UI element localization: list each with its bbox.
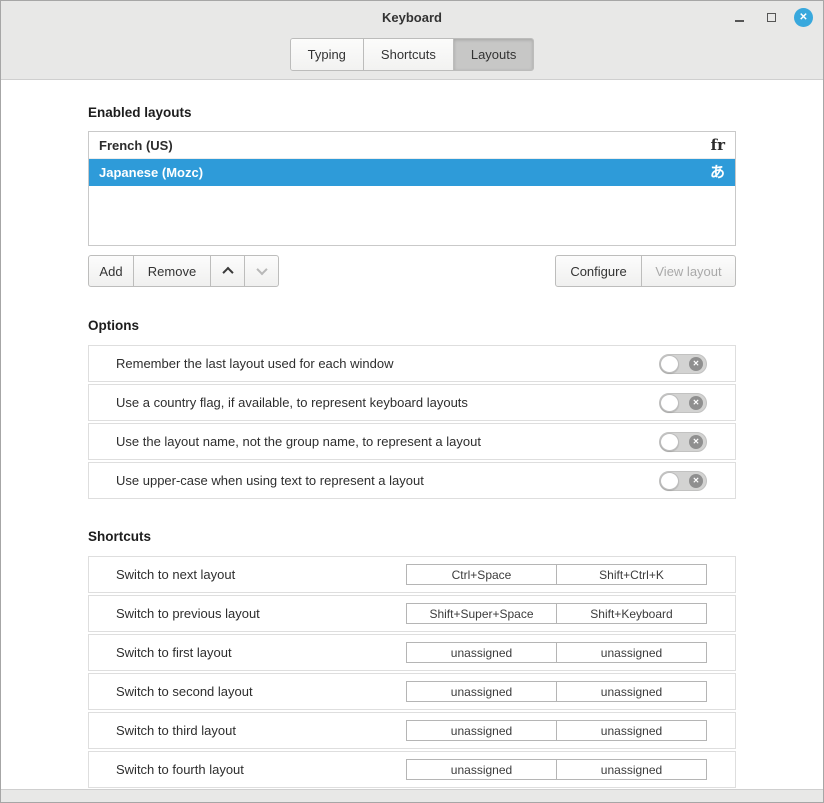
maximize-icon (767, 13, 776, 22)
keybinding-button-1[interactable]: Shift+Super+Space (406, 603, 557, 624)
layout-list-toolbar: Add Remove Configure View layout (88, 255, 736, 287)
shortcut-row-third-layout: Switch to third layout unassigned unassi… (88, 712, 736, 749)
tab-layouts[interactable]: Layouts (453, 39, 534, 70)
shortcut-label: Switch to first layout (116, 645, 232, 660)
minimize-icon (735, 20, 744, 22)
toggle-off-icon: ✕ (689, 435, 703, 449)
keybinding-pair: unassigned unassigned (406, 681, 707, 702)
toggle-knob (660, 355, 679, 373)
shortcuts-heading: Shortcuts (88, 529, 736, 544)
toggle-remember-last-layout[interactable]: ✕ (659, 354, 707, 374)
option-row-upper-case: Use upper-case when using text to repres… (88, 462, 736, 499)
tab-strip: Typing Shortcuts Layouts (1, 34, 823, 80)
tab-typing[interactable]: Typing (291, 39, 363, 70)
keybinding-button-1[interactable]: unassigned (406, 681, 557, 702)
shortcut-label: Switch to third layout (116, 723, 236, 738)
toggle-knob (660, 394, 679, 412)
enabled-layouts-heading: Enabled layouts (88, 105, 736, 120)
keybinding-button-2[interactable]: Shift+Keyboard (556, 603, 707, 624)
toggle-off-icon: ✕ (689, 474, 703, 488)
keybinding-button-2[interactable]: unassigned (556, 720, 707, 741)
layout-name: French (US) (99, 138, 173, 153)
option-label: Use a country flag, if available, to rep… (116, 395, 468, 410)
option-label: Use the layout name, not the group name,… (116, 434, 481, 449)
chevron-up-icon (222, 267, 233, 278)
layout-edit-buttons: Add Remove (88, 255, 279, 287)
chevron-down-icon (256, 264, 267, 275)
move-up-button[interactable] (210, 255, 245, 287)
keybinding-button-2[interactable]: unassigned (556, 681, 707, 702)
keybinding-pair: unassigned unassigned (406, 720, 707, 741)
tab-shortcuts[interactable]: Shortcuts (363, 39, 453, 70)
options-list: Remember the last layout used for each w… (88, 345, 736, 499)
options-heading: Options (88, 318, 736, 333)
keybinding-pair: Ctrl+Space Shift+Ctrl+K (406, 564, 707, 585)
shortcut-row-previous-layout: Switch to previous layout Shift+Super+Sp… (88, 595, 736, 632)
option-label: Use upper-case when using text to repres… (116, 473, 424, 488)
shortcut-row-next-layout: Switch to next layout Ctrl+Space Shift+C… (88, 556, 736, 593)
layout-row-japanese[interactable]: Japanese (Mozc) あ (89, 159, 735, 186)
keybinding-button-2[interactable]: Shift+Ctrl+K (556, 564, 707, 585)
keybinding-button-2[interactable]: unassigned (556, 642, 707, 663)
shortcut-label: Switch to second layout (116, 684, 253, 699)
shortcut-row-fourth-layout: Switch to fourth layout unassigned unass… (88, 751, 736, 788)
keybinding-pair: Shift+Super+Space Shift+Keyboard (406, 603, 707, 624)
shortcut-label: Switch to next layout (116, 567, 235, 582)
keybinding-button-1[interactable]: Ctrl+Space (406, 564, 557, 585)
toggle-knob (660, 433, 679, 451)
toggle-layout-name[interactable]: ✕ (659, 432, 707, 452)
toggle-knob (660, 472, 679, 490)
maximize-button[interactable] (762, 8, 781, 27)
option-label: Remember the last layout used for each w… (116, 356, 393, 371)
option-row-layout-name: Use the layout name, not the group name,… (88, 423, 736, 460)
layout-action-buttons: Configure View layout (555, 255, 736, 287)
minimize-button[interactable] (730, 8, 749, 27)
shortcut-label: Switch to previous layout (116, 606, 260, 621)
toggle-off-icon: ✕ (689, 396, 703, 410)
toggle-country-flag[interactable]: ✕ (659, 393, 707, 413)
keybinding-button-1[interactable]: unassigned (406, 720, 557, 741)
keybinding-pair: unassigned unassigned (406, 642, 707, 663)
keybinding-button-1[interactable]: unassigned (406, 759, 557, 780)
add-layout-button[interactable]: Add (88, 255, 134, 287)
layout-indicator-ja: あ (710, 165, 725, 180)
option-row-country-flag: Use a country flag, if available, to rep… (88, 384, 736, 421)
shortcut-row-second-layout: Switch to second layout unassigned unass… (88, 673, 736, 710)
layout-row-french[interactable]: French (US) fr (89, 132, 735, 159)
toggle-off-icon: ✕ (689, 357, 703, 371)
window-bottom-edge (1, 789, 823, 802)
keybinding-button-2[interactable]: unassigned (556, 759, 707, 780)
shortcuts-list: Switch to next layout Ctrl+Space Shift+C… (88, 556, 736, 788)
remove-layout-button[interactable]: Remove (133, 255, 211, 287)
titlebar: Keyboard ✕ (1, 1, 823, 34)
window-controls: ✕ (730, 1, 813, 34)
layout-list: French (US) fr Japanese (Mozc) あ (88, 131, 736, 246)
close-button[interactable]: ✕ (794, 8, 813, 27)
view-layout-button[interactable]: View layout (641, 255, 736, 287)
close-icon: ✕ (799, 12, 807, 23)
layouts-page: Enabled layouts French (US) fr Japanese … (1, 105, 823, 788)
configure-button[interactable]: Configure (555, 255, 642, 287)
move-down-button[interactable] (244, 255, 279, 287)
shortcut-row-first-layout: Switch to first layout unassigned unassi… (88, 634, 736, 671)
shortcut-label: Switch to fourth layout (116, 762, 244, 777)
keybinding-button-1[interactable]: unassigned (406, 642, 557, 663)
tab-group: Typing Shortcuts Layouts (290, 38, 535, 71)
toggle-upper-case[interactable]: ✕ (659, 471, 707, 491)
layout-indicator-fr: fr (711, 138, 725, 153)
keybinding-pair: unassigned unassigned (406, 759, 707, 780)
window-title: Keyboard (382, 10, 442, 25)
layout-name: Japanese (Mozc) (99, 165, 203, 180)
option-row-remember-last-layout: Remember the last layout used for each w… (88, 345, 736, 382)
